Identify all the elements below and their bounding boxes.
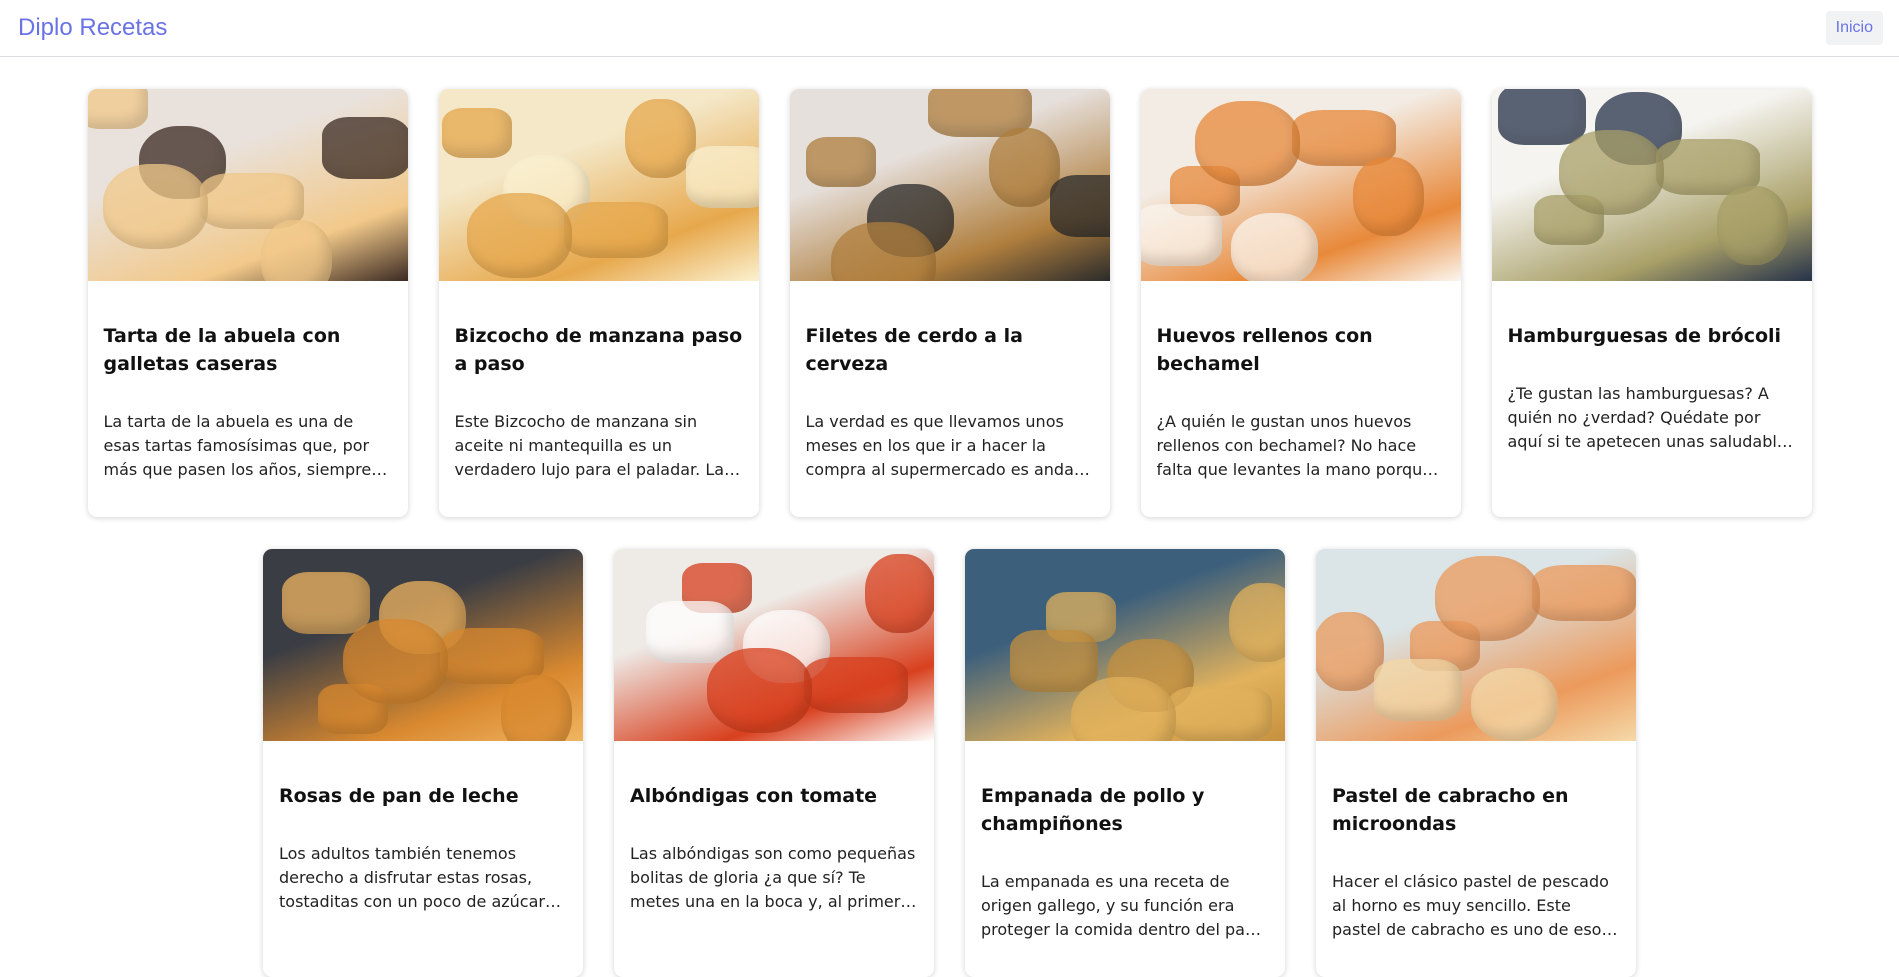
food-shape [1140,204,1222,266]
recipe-card[interactable]: Bizcocho de manzana paso a paso Este Bizc… [438,89,759,517]
food-shape [1071,677,1176,741]
recipe-title[interactable]: Rosas de pan de leche [279,782,567,810]
brand-link[interactable]: Diplo Recetas [18,14,167,42]
recipe-description: La verdad es que llevamos unos meses en … [805,412,1081,479]
food-shape [1049,175,1110,237]
food-shape [1471,668,1558,741]
recipe-image[interactable] [1316,549,1636,741]
recipe-description: Hacer el clásico pastel de pescado al ho… [1332,872,1610,939]
card-body: Bizcocho de manzana paso a paso Este Bizc… [439,281,759,482]
food-shape [646,601,734,663]
recipe-description: Los adultos también tenemos derecho a di… [279,844,545,911]
recipe-title[interactable]: Pastel de cabracho en microondas [1332,782,1620,838]
recipe-description: La tarta de la abuela es una de esas tar… [103,412,372,479]
recipe-card[interactable]: Hamburguesas de brócoli ¿Te gustan las ha… [1491,89,1812,517]
navbar: Diplo Recetas Inicio [0,0,1899,57]
food-shape [1497,89,1586,145]
recipe-card[interactable]: Empanada de pollo y champiñones La empana… [965,549,1285,977]
recipe-card[interactable]: Rosas de pan de leche Los adultos también… [263,549,583,977]
recipe-title[interactable]: Tarta de la abuela con galletas caseras [104,322,392,378]
recipe-image[interactable] [263,549,583,741]
recipe-image[interactable] [614,549,934,741]
food-shape [563,202,668,258]
recipe-description: ¿A quién le gustan unos huevos rellenos … [1156,412,1433,479]
recipe-title[interactable]: Hamburguesas de brócoli [1508,322,1796,350]
recipe-card[interactable]: Tarta de la abuela con galletas caseras L… [87,89,408,517]
food-shape [707,648,812,733]
card-body: Huevos rellenos con bechamel ¿A quién le … [1141,281,1461,482]
food-shape [1435,556,1540,641]
food-shape [260,220,332,281]
recipe-title[interactable]: Huevos rellenos con bechamel [1157,322,1445,378]
food-shape [343,619,448,704]
food-shape [282,572,370,634]
recipe-image[interactable] [438,89,759,281]
food-shape [466,193,572,278]
recipe-description: ¿Te gustan las hamburguesas? A quién no … [1507,384,1795,451]
food-shape [1194,101,1300,186]
recipe-image[interactable] [1491,89,1812,281]
food-shape [87,89,148,129]
card-body: Rosas de pan de leche Los adultos también… [263,741,583,914]
card-body: Tarta de la abuela con galletas caseras L… [88,281,408,482]
food-shape [805,137,876,187]
recipe-grid: Tarta de la abuela con galletas caseras L… [0,57,1899,977]
recipe-card[interactable]: Pastel de cabracho en microondas Hacer el… [1316,549,1636,977]
recipe-card[interactable]: Albóndigas con tomate Las albóndigas son … [614,549,934,977]
food-shape [830,222,936,281]
food-shape [624,99,696,178]
recipe-card[interactable]: Huevos rellenos con bechamel ¿A quién le … [1140,89,1461,517]
food-shape [988,128,1060,207]
recipe-description: Este Bizcocho de manzana sin aceite ni m… [454,412,725,479]
food-shape [1229,583,1285,662]
food-shape [804,657,908,713]
home-button[interactable]: Inicio [1825,11,1883,45]
food-shape [1230,213,1318,281]
food-shape [1168,686,1272,741]
food-shape [1352,157,1424,236]
food-shape [1532,565,1636,621]
recipe-card[interactable]: Filetes de cerdo a la cerveza La verdad e… [789,89,1110,517]
food-shape [102,164,208,249]
recipe-description: Las albóndigas son como pequeñas bolitas… [630,844,916,911]
food-shape [865,554,934,633]
card-body: Filetes de cerdo a la cerveza La verdad e… [790,281,1110,482]
food-shape [1558,130,1664,215]
recipe-description: La empanada es una receta de origen gall… [981,872,1256,939]
recipe-title[interactable]: Albóndigas con tomate [630,782,918,810]
recipe-title[interactable]: Empanada de pollo y champiñones [981,782,1269,838]
card-body: Pastel de cabracho en microondas Hacer el… [1316,741,1636,942]
recipe-image[interactable] [1140,89,1461,281]
food-shape [321,117,408,179]
card-body: Hamburguesas de brócoli ¿Te gustan las ha… [1492,281,1812,454]
card-body: Albóndigas con tomate Las albóndigas son … [614,741,934,914]
card-body: Empanada de pollo y champiñones La empana… [965,741,1285,942]
food-shape [1010,630,1098,692]
recipe-title[interactable]: Bizcocho de manzana paso a paso [455,322,743,378]
food-shape [1374,659,1462,721]
recipe-image[interactable] [965,549,1285,741]
recipe-image[interactable] [789,89,1110,281]
food-shape [685,146,759,208]
recipe-image[interactable] [87,89,408,281]
recipe-title[interactable]: Filetes de cerdo a la cerveza [806,322,1094,378]
food-shape [1716,186,1788,265]
food-shape [501,675,572,741]
food-shape [441,108,512,158]
